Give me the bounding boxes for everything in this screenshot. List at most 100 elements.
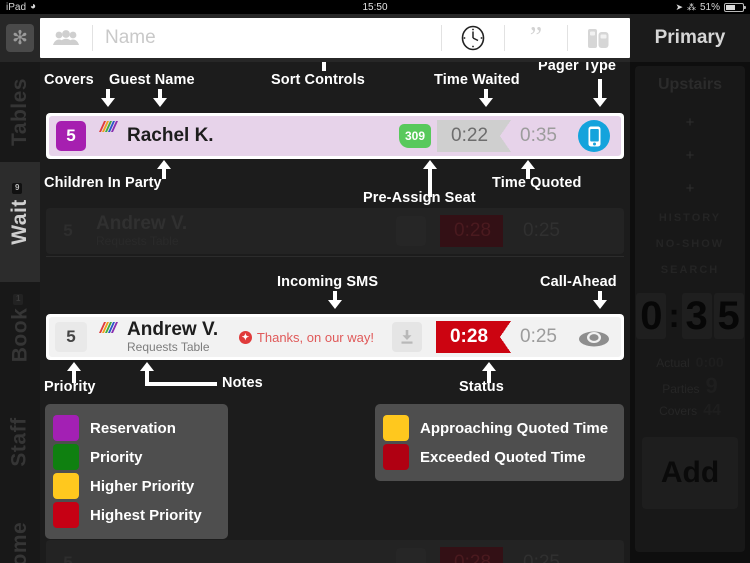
legend-item: Priority [53, 444, 216, 470]
table-row-ghost-2[interactable]: 5 Requests Table 0:28 0:25 [46, 540, 624, 563]
table-row[interactable]: 5 Andrew V. Requests Table ✦ Thanks, on … [46, 314, 624, 360]
covers-cell[interactable]: 5 [49, 116, 93, 156]
location-arrow-icon: ➤ [675, 1, 683, 12]
covers-cell[interactable]: 5 [49, 317, 93, 357]
add-zone-button-2[interactable]: + [686, 147, 695, 164]
pager-device-icon[interactable] [568, 26, 630, 50]
add-zone-button-3[interactable]: + [686, 180, 695, 197]
add-button[interactable]: Add [642, 437, 738, 509]
left-nav-rail: ✻ Tables Wait 9 Book 1 Staff Home [0, 14, 40, 563]
time-waited: 0:22 [437, 120, 511, 152]
annotation-time-quoted: Time Quoted [492, 175, 582, 191]
stat-parties: Parties 9 [647, 373, 733, 399]
bluetooth-icon: ⁂ [686, 1, 696, 12]
search-button[interactable]: SEARCH [661, 264, 719, 276]
sidebar-label-staff: Staff [8, 417, 32, 467]
legend-label-priority: Priority [90, 448, 143, 466]
app-logo-button[interactable]: ✻ [0, 14, 40, 62]
ghost-assign-seat-icon [396, 216, 427, 246]
guest-name-cell[interactable]: Rachel K. [121, 116, 399, 156]
battery-icon [724, 2, 746, 12]
legend-label-approaching: Approaching Quoted Time [420, 419, 609, 437]
stat-covers-value: 44 [703, 402, 721, 419]
right-panel-title: Primary [630, 14, 750, 62]
legend-status: Approaching Quoted Time Exceeded Quoted … [375, 404, 624, 481]
guest-name-cell[interactable]: Andrew V. Requests Table [121, 317, 239, 357]
time-cell[interactable]: 0:22 0:35 [437, 120, 567, 152]
sidebar-item-home[interactable]: Home [0, 497, 40, 563]
ghost-end-icon [570, 208, 624, 254]
children-in-party-icon [97, 317, 121, 337]
no-show-button[interactable]: NO-SHOW [656, 238, 724, 250]
legend-swatch-reservation [53, 415, 79, 441]
legend-priority: Reservation Priority Higher Priority Hig… [45, 404, 228, 539]
stat-parties-value: 9 [705, 373, 718, 398]
annotation-notes: Notes [222, 375, 263, 391]
legend-label-exceeded: Exceeded Quoted Time [420, 448, 586, 466]
quote-digit-ones[interactable]: 5 [713, 293, 744, 339]
ios-status-bar: iPad ◕ 15:50 ➤ ⁂ 51% [0, 0, 750, 14]
sidebar-item-staff[interactable]: Staff [0, 387, 40, 497]
ghost2-name-col: Requests Table [90, 540, 388, 563]
covers-badge: 5 [55, 322, 87, 352]
ghost2-assign-seat-icon [396, 548, 427, 563]
sidebar-badge-wait: 9 [12, 183, 23, 194]
ghost-name-col: Andrew V. Requests Table [96, 212, 188, 248]
sidebar-label-tables: Tables [8, 78, 31, 146]
quote-mark-icon[interactable]: ” [505, 23, 567, 51]
annotation-status: Status [459, 379, 504, 395]
sms-text: Thanks, on our way! [256, 329, 374, 345]
pre-assign-seat-chip[interactable]: 309 [399, 124, 432, 148]
sidebar-label-wait: Wait [8, 199, 31, 245]
legend-label-highest-priority: Highest Priority [90, 506, 202, 524]
annotation-call-ahead: Call-Ahead [540, 274, 617, 290]
stat-actual-value: 0:00 [695, 354, 724, 370]
guest-name: Andrew V. [127, 318, 219, 340]
pager-type-icon[interactable] [567, 116, 621, 156]
add-zone-button-1[interactable]: + [686, 114, 695, 131]
annotation-time-waited: Time Waited [434, 72, 520, 88]
legend-swatch-highest-priority [53, 502, 79, 528]
summary-stats: Actual 0:00 Parties 9 Covers 44 [635, 351, 745, 423]
legend-item: Exceeded Quoted Time [383, 444, 612, 470]
top-toolbar: Name ” [40, 14, 630, 62]
table-row-ghost-1[interactable]: 5 Andrew V. Requests Table 0:28 0:25 [46, 208, 624, 254]
incoming-sms-message[interactable]: ✦ Thanks, on our way! [238, 317, 384, 357]
legend-swatch-approaching [383, 415, 409, 441]
list-divider [46, 256, 624, 257]
clock-icon[interactable] [442, 24, 504, 52]
guest-note: Requests Table [127, 339, 210, 354]
status-clock: 15:50 [362, 1, 388, 13]
legend-swatch-exceeded [383, 444, 409, 470]
table-row[interactable]: 5 Rachel K. 309 0:22 0:35 [46, 113, 624, 159]
guest-name: Rachel K. [127, 125, 214, 147]
entry-bar: Name ” [40, 18, 630, 58]
time-cell[interactable]: 0:28 0:25 [435, 321, 567, 353]
annotation-covers: Covers [44, 72, 94, 88]
status-right: ➤ ⁂ 51% [675, 1, 746, 13]
legend-item: Highest Priority [53, 502, 216, 528]
people-group-icon[interactable] [40, 30, 92, 46]
assign-seat-icon[interactable] [391, 322, 422, 352]
legend-swatch-higher-priority [53, 473, 79, 499]
stat-actual: Actual 0:00 [647, 354, 733, 370]
call-ahead-phone-icon[interactable] [567, 317, 621, 357]
name-input[interactable]: Name [93, 27, 441, 49]
legend-item: Higher Priority [53, 473, 216, 499]
quote-time-stepper[interactable]: 0 : 3 5 [636, 293, 744, 339]
covers-badge: 5 [56, 121, 86, 151]
sidebar-item-wait[interactable]: Wait 9 [0, 162, 40, 282]
app-root: iPad ◕ 15:50 ➤ ⁂ 51% ✻ Tables Wait 9 Boo… [0, 0, 750, 563]
quote-digit-tens[interactable]: 3 [681, 293, 712, 339]
sidebar-label-home: Home [8, 521, 32, 563]
annotation-incoming-sms: Incoming SMS [277, 274, 379, 290]
sidebar-item-tables[interactable]: Tables [0, 62, 40, 162]
zone-label-upstairs[interactable]: Upstairs [658, 76, 722, 94]
history-button[interactable]: HISTORY [659, 212, 721, 224]
quote-digit-hours[interactable]: 0 [636, 293, 667, 339]
battery-percent: 51% [699, 1, 720, 13]
sidebar-item-book[interactable]: Book 1 [0, 282, 40, 387]
annotation-pager-type: Pager Type [538, 62, 617, 74]
children-in-party-icon [97, 116, 121, 136]
quote-colon: : [668, 296, 680, 335]
